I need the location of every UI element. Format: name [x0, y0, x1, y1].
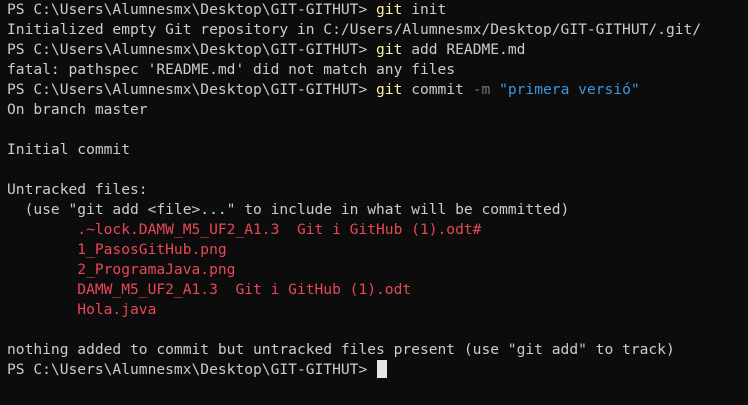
- command-name: git: [376, 81, 403, 98]
- untracked-file: .~lock.DAMW_M5_UF2_A1.3 Git i GitHub (1)…: [7, 221, 482, 238]
- prompt-text: PS C:\Users\Alumnesmx\Desktop\GIT-GITHUT…: [7, 41, 368, 58]
- output-text: Untracked files:: [7, 181, 148, 198]
- output-text: nothing added to commit but untracked fi…: [7, 341, 675, 358]
- output-line: fatal: pathspec 'README.md' did not matc…: [7, 60, 748, 80]
- untracked-file-line: 2_ProgramaJava.png: [7, 260, 748, 280]
- command-string-arg: "primera versió": [499, 81, 640, 98]
- output-text: Initialized empty Git repository in C:/U…: [7, 21, 702, 38]
- command-line: PS C:\Users\Alumnesmx\Desktop\GIT-GITHUT…: [7, 40, 748, 60]
- output-text: (use "git add <file>..." to include in w…: [7, 201, 570, 218]
- command-args: init: [411, 1, 447, 18]
- output-text: Initial commit: [7, 141, 131, 158]
- untracked-file-line: 1_PasosGitHub.png: [7, 240, 748, 260]
- prompt-text: PS C:\Users\Alumnesmx\Desktop\GIT-GITHUT…: [7, 361, 368, 378]
- untracked-file: Hola.java: [7, 301, 157, 318]
- command-args: add README.md: [411, 41, 526, 58]
- untracked-file: DAMW_M5_UF2_A1.3 Git i GitHub (1).odt: [7, 281, 412, 298]
- output-text: fatal: pathspec 'README.md' did not matc…: [7, 61, 456, 78]
- output-text: On branch master: [7, 101, 148, 118]
- untracked-file-line: .~lock.DAMW_M5_UF2_A1.3 Git i GitHub (1)…: [7, 220, 748, 240]
- output-line: (use "git add <file>..." to include in w…: [7, 200, 748, 220]
- current-prompt-line: PS C:\Users\Alumnesmx\Desktop\GIT-GITHUT…: [7, 360, 748, 380]
- untracked-file: 1_PasosGitHub.png: [7, 241, 227, 258]
- command-args: commit: [411, 81, 464, 98]
- terminal-window[interactable]: PS C:\Users\Alumnesmx\Desktop\GIT-GITHUT…: [0, 0, 748, 405]
- prompt-text: PS C:\Users\Alumnesmx\Desktop\GIT-GITHUT…: [7, 1, 368, 18]
- command-line: PS C:\Users\Alumnesmx\Desktop\GIT-GITHUT…: [7, 80, 748, 100]
- untracked-file-line: Hola.java: [7, 300, 748, 320]
- output-line: On branch master: [7, 100, 748, 120]
- output-line: Initial commit: [7, 140, 748, 160]
- output-line: Untracked files:: [7, 180, 748, 200]
- prompt-text: PS C:\Users\Alumnesmx\Desktop\GIT-GITHUT…: [7, 81, 368, 98]
- output-line: Initialized empty Git repository in C:/U…: [7, 20, 748, 40]
- command-name: git: [376, 1, 403, 18]
- untracked-file: 2_ProgramaJava.png: [7, 261, 236, 278]
- output-line: nothing added to commit but untracked fi…: [7, 340, 748, 360]
- command-name: git: [376, 41, 403, 58]
- untracked-file-line: DAMW_M5_UF2_A1.3 Git i GitHub (1).odt: [7, 280, 748, 300]
- text-cursor: [377, 360, 388, 378]
- command-flag: -m: [472, 81, 491, 98]
- command-line: PS C:\Users\Alumnesmx\Desktop\GIT-GITHUT…: [7, 0, 748, 20]
